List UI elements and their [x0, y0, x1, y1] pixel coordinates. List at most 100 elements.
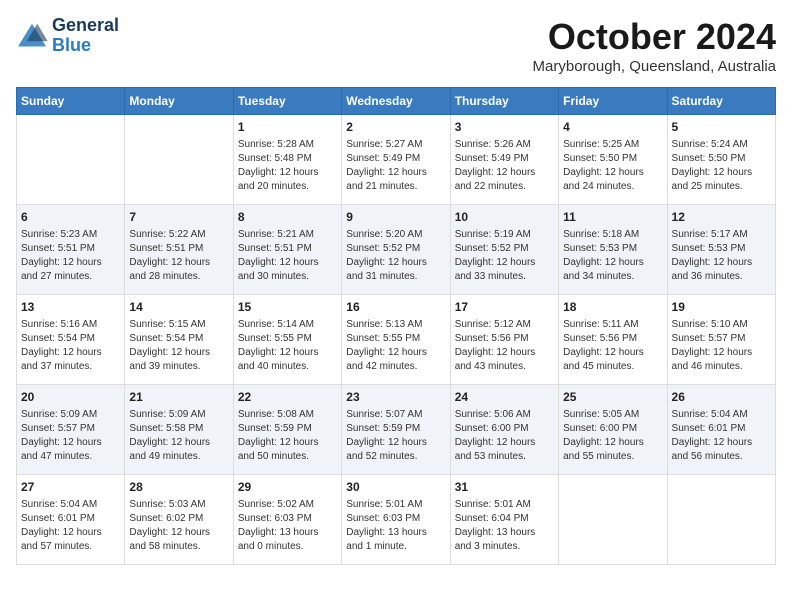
calendar-cell: 23 Sunrise: 5:07 AMSunset: 5:59 PMDayligh… [342, 385, 450, 475]
day-info: Sunrise: 5:01 AMSunset: 6:04 PMDaylight:… [455, 498, 554, 554]
logo-text-general: General [52, 16, 119, 36]
weekday-header-wednesday: Wednesday [342, 88, 450, 115]
calendar-cell: 19 Sunrise: 5:10 AMSunset: 5:57 PMDayligh… [667, 295, 775, 385]
day-number: 31 [455, 479, 554, 496]
day-number: 10 [455, 209, 554, 226]
calendar-cell [559, 475, 667, 565]
calendar-table: SundayMondayTuesdayWednesdayThursdayFrid… [16, 87, 776, 565]
day-number: 3 [455, 119, 554, 136]
day-info: Sunrise: 5:23 AMSunset: 5:51 PMDaylight:… [21, 228, 120, 284]
calendar-week-row: 13 Sunrise: 5:16 AMSunset: 5:54 PMDayligh… [17, 295, 776, 385]
day-info: Sunrise: 5:19 AMSunset: 5:52 PMDaylight:… [455, 228, 554, 284]
calendar-cell: 20 Sunrise: 5:09 AMSunset: 5:57 PMDayligh… [17, 385, 125, 475]
weekday-header-thursday: Thursday [450, 88, 558, 115]
calendar-cell: 17 Sunrise: 5:12 AMSunset: 5:56 PMDayligh… [450, 295, 558, 385]
day-number: 9 [346, 209, 445, 226]
day-number: 11 [563, 209, 662, 226]
day-number: 18 [563, 299, 662, 316]
day-info: Sunrise: 5:10 AMSunset: 5:57 PMDaylight:… [672, 318, 771, 374]
calendar-cell: 28Sunrise: 5:03 AMSunset: 6:02 PMDayligh… [125, 475, 233, 565]
calendar-cell [125, 115, 233, 205]
calendar-cell [667, 475, 775, 565]
calendar-body: 1Sunrise: 5:28 AMSunset: 5:48 PMDaylight… [17, 115, 776, 565]
calendar-cell: 29Sunrise: 5:02 AMSunset: 6:03 PMDayligh… [233, 475, 341, 565]
day-info: Sunrise: 5:25 AMSunset: 5:50 PMDaylight:… [563, 138, 662, 194]
day-number: 6 [21, 209, 120, 226]
day-number: 16 [346, 299, 445, 316]
calendar-cell: 9 Sunrise: 5:20 AMSunset: 5:52 PMDaylight… [342, 205, 450, 295]
day-info: Sunrise: 5:21 AMSunset: 5:51 PMDaylight:… [238, 228, 337, 284]
weekday-header-saturday: Saturday [667, 88, 775, 115]
day-info: Sunrise: 5:11 AMSunset: 5:56 PMDaylight:… [563, 318, 662, 374]
calendar-header: SundayMondayTuesdayWednesdayThursdayFrid… [17, 88, 776, 115]
day-number: 7 [129, 209, 228, 226]
weekday-header-tuesday: Tuesday [233, 88, 341, 115]
calendar-cell: 31 Sunrise: 5:01 AMSunset: 6:04 PMDayligh… [450, 475, 558, 565]
day-info: Sunrise: 5:04 AMSunset: 6:01 PMDaylight:… [672, 408, 771, 464]
calendar-cell: 30 Sunrise: 5:01 AMSunset: 6:03 PMDayligh… [342, 475, 450, 565]
page-header: General Blue October 2024 Maryborough, Q… [16, 16, 776, 75]
calendar-cell: 24 Sunrise: 5:06 AMSunset: 6:00 PMDayligh… [450, 385, 558, 475]
weekday-header-row: SundayMondayTuesdayWednesdayThursdayFrid… [17, 88, 776, 115]
calendar-cell: 6 Sunrise: 5:23 AMSunset: 5:51 PMDaylight… [17, 205, 125, 295]
day-info: Sunrise: 5:06 AMSunset: 6:00 PMDaylight:… [455, 408, 554, 464]
weekday-header-monday: Monday [125, 88, 233, 115]
day-number: 2 [346, 119, 445, 136]
calendar-cell: 11 Sunrise: 5:18 AMSunset: 5:53 PMDayligh… [559, 205, 667, 295]
day-number: 27 [21, 479, 120, 496]
day-number: 17 [455, 299, 554, 316]
day-info: Sunrise: 5:09 AMSunset: 5:58 PMDaylight:… [129, 408, 228, 464]
calendar-cell: 3Sunrise: 5:26 AMSunset: 5:49 PMDaylight… [450, 115, 558, 205]
location: Maryborough, Queensland, Australia [533, 58, 776, 75]
day-number: 12 [672, 209, 771, 226]
calendar-cell [17, 115, 125, 205]
day-number: 21 [129, 389, 228, 406]
day-number: 24 [455, 389, 554, 406]
day-info: Sunrise: 5:17 AMSunset: 5:53 PMDaylight:… [672, 228, 771, 284]
day-info: Sunrise: 5:12 AMSunset: 5:56 PMDaylight:… [455, 318, 554, 374]
logo: General Blue [16, 16, 119, 56]
day-info: Sunrise: 5:16 AMSunset: 5:54 PMDaylight:… [21, 318, 120, 374]
calendar-week-row: 20 Sunrise: 5:09 AMSunset: 5:57 PMDayligh… [17, 385, 776, 475]
day-info: Sunrise: 5:20 AMSunset: 5:52 PMDaylight:… [346, 228, 445, 284]
day-number: 22 [238, 389, 337, 406]
month-title: October 2024 [533, 16, 776, 58]
day-info: Sunrise: 5:04 AMSunset: 6:01 PMDaylight:… [21, 498, 120, 554]
day-number: 13 [21, 299, 120, 316]
day-info: Sunrise: 5:07 AMSunset: 5:59 PMDaylight:… [346, 408, 445, 464]
day-info: Sunrise: 5:14 AMSunset: 5:55 PMDaylight:… [238, 318, 337, 374]
day-number: 5 [672, 119, 771, 136]
calendar-cell: 5 Sunrise: 5:24 AMSunset: 5:50 PMDaylight… [667, 115, 775, 205]
calendar-cell: 8Sunrise: 5:21 AMSunset: 5:51 PMDaylight… [233, 205, 341, 295]
calendar-cell: 7 Sunrise: 5:22 AMSunset: 5:51 PMDaylight… [125, 205, 233, 295]
day-info: Sunrise: 5:18 AMSunset: 5:53 PMDaylight:… [563, 228, 662, 284]
calendar-week-row: 1Sunrise: 5:28 AMSunset: 5:48 PMDaylight… [17, 115, 776, 205]
day-number: 1 [238, 119, 337, 136]
day-info: Sunrise: 5:27 AMSunset: 5:49 PMDaylight:… [346, 138, 445, 194]
calendar-cell: 13 Sunrise: 5:16 AMSunset: 5:54 PMDayligh… [17, 295, 125, 385]
day-number: 4 [563, 119, 662, 136]
day-info: Sunrise: 5:24 AMSunset: 5:50 PMDaylight:… [672, 138, 771, 194]
day-number: 20 [21, 389, 120, 406]
day-number: 23 [346, 389, 445, 406]
day-info: Sunrise: 5:03 AMSunset: 6:02 PMDaylight:… [129, 498, 228, 554]
day-number: 14 [129, 299, 228, 316]
calendar-cell: 25Sunrise: 5:05 AMSunset: 6:00 PMDayligh… [559, 385, 667, 475]
day-info: Sunrise: 5:15 AMSunset: 5:54 PMDaylight:… [129, 318, 228, 374]
day-number: 19 [672, 299, 771, 316]
calendar-cell: 1Sunrise: 5:28 AMSunset: 5:48 PMDaylight… [233, 115, 341, 205]
day-number: 30 [346, 479, 445, 496]
calendar-cell: 12 Sunrise: 5:17 AMSunset: 5:53 PMDayligh… [667, 205, 775, 295]
day-number: 15 [238, 299, 337, 316]
calendar-cell: 10 Sunrise: 5:19 AMSunset: 5:52 PMDayligh… [450, 205, 558, 295]
day-info: Sunrise: 5:09 AMSunset: 5:57 PMDaylight:… [21, 408, 120, 464]
day-info: Sunrise: 5:01 AMSunset: 6:03 PMDaylight:… [346, 498, 445, 554]
day-info: Sunrise: 5:08 AMSunset: 5:59 PMDaylight:… [238, 408, 337, 464]
weekday-header-friday: Friday [559, 88, 667, 115]
day-info: Sunrise: 5:22 AMSunset: 5:51 PMDaylight:… [129, 228, 228, 284]
calendar-week-row: 6 Sunrise: 5:23 AMSunset: 5:51 PMDaylight… [17, 205, 776, 295]
calendar-cell: 21 Sunrise: 5:09 AMSunset: 5:58 PMDayligh… [125, 385, 233, 475]
calendar-cell: 15 Sunrise: 5:14 AMSunset: 5:55 PMDayligh… [233, 295, 341, 385]
title-area: October 2024 Maryborough, Queensland, Au… [533, 16, 776, 75]
calendar-cell: 18 Sunrise: 5:11 AMSunset: 5:56 PMDayligh… [559, 295, 667, 385]
